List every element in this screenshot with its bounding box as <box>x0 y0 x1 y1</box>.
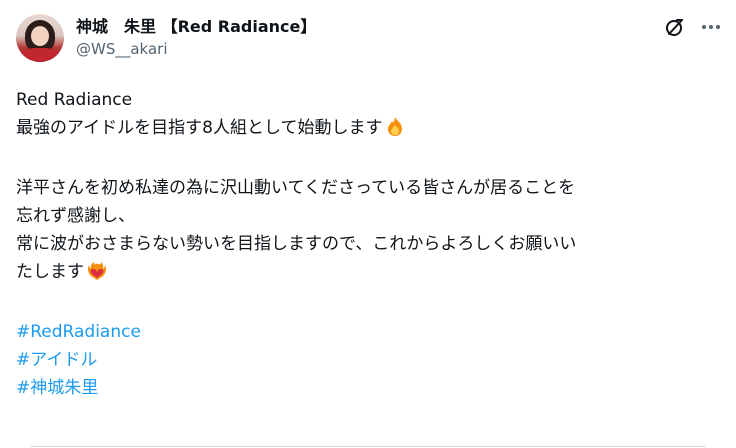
divider <box>30 446 706 447</box>
burning-heart-emoji <box>86 259 108 290</box>
tweet-line: たします <box>16 262 84 282</box>
avatar[interactable] <box>16 14 64 62</box>
hashtag-link[interactable]: #神城朱里 <box>16 378 98 398</box>
tweet-line: 常に波がおさまらない勢いを目指しますので、これからよろしくお願いい <box>16 234 577 254</box>
display-name[interactable]: 神城 朱里 【Red Radiance】 <box>76 14 316 36</box>
avatar-face <box>31 26 49 46</box>
hashtag-link[interactable]: #アイドル <box>16 350 97 370</box>
more-icon[interactable] <box>700 16 722 38</box>
tweet-line: Red Radiance <box>16 90 133 110</box>
avatar-outfit <box>20 48 60 62</box>
user-handle[interactable]: @WS__akari <box>76 40 168 58</box>
tweet-line: 最強のアイドルを目指す8人組として始動します <box>16 118 383 138</box>
tweet-line: 洋平さんを初め私達の為に沢山動いてくださっている皆さんが居ることを <box>16 178 576 198</box>
hashtag-link[interactable]: #RedRadiance <box>16 322 141 342</box>
tweet-text: Red Radiance 最強のアイドルを目指す8人組として始動します 洋平さん… <box>16 86 724 402</box>
tweet-card: 神城 朱里 【Red Radiance】 @WS__akari Red Radi… <box>0 0 736 448</box>
tweet-line: 忘れず感謝し、 <box>16 206 135 226</box>
fire-emoji <box>384 115 406 146</box>
grok-icon[interactable] <box>664 16 686 38</box>
